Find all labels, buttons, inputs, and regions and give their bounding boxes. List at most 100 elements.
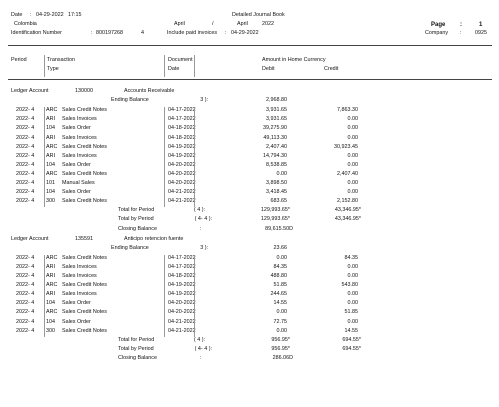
row-document-date: 04-20-2022: [168, 309, 196, 316]
row-period: 2022- 4: [16, 134, 35, 141]
closing-balance-colon: :: [200, 225, 202, 232]
row-document-date: 04-21-2022: [168, 327, 196, 334]
row-period: 2022- 4: [16, 116, 35, 123]
row-credit: 0.00: [347, 180, 359, 186]
period-from: April: [174, 21, 185, 27]
total-by-period-paren: ( 4- 4 ):: [194, 216, 212, 223]
row-transaction-desc: Sales Credit Notes: [62, 170, 107, 177]
page-colon: :: [460, 22, 462, 28]
ledger-account-number: 135591: [75, 235, 93, 242]
row-transaction-code: ARC: [46, 309, 58, 316]
row-transaction-desc: Sales Order: [62, 318, 91, 325]
row-period: 2022- 4: [16, 282, 35, 289]
row-document-date: 04-17-2022: [168, 263, 196, 270]
col-period: Period: [11, 57, 27, 63]
row-transaction-code: 300: [46, 198, 55, 205]
date-colon: :: [30, 12, 32, 18]
row-transaction-code: ARC: [46, 143, 58, 150]
closing-balance-colon: :: [200, 354, 202, 361]
row-transaction-desc: Sales Credit Notes: [62, 107, 107, 114]
row-period: 2022- 4: [16, 143, 35, 150]
ledger-account-name: Anticipo retencion fuente: [124, 235, 184, 242]
row-period: 2022- 4: [16, 152, 35, 159]
report-time: 17:15: [68, 12, 82, 18]
report-date: 04-29-2022: [36, 12, 64, 18]
row-document-date: 04-19-2022: [168, 152, 196, 159]
row-document-date: 04-18-2022: [168, 125, 196, 132]
row-credit: 7,863.30: [337, 107, 358, 114]
row-divider: [194, 254, 195, 337]
row-transaction-desc: Sales Order: [62, 300, 91, 307]
row-debit: 14.55: [273, 300, 288, 307]
total-for-period-paren: ( 4 ):: [193, 207, 205, 214]
row-transaction-code: ARI: [46, 152, 55, 159]
row-transaction-desc: Sales Order: [62, 125, 91, 132]
row-period: 2022- 4: [16, 309, 35, 316]
col-date: Date: [168, 66, 180, 72]
company-code: 0925: [475, 30, 487, 36]
row-document-date: 04-20-2022: [168, 161, 196, 168]
row-divider: [44, 254, 45, 337]
row-document-date: 04-17-2022: [168, 254, 196, 261]
total-for-period-credit: 694.55*: [342, 336, 361, 343]
row-period: 2022- 4: [16, 170, 35, 177]
col-divider: [164, 55, 165, 77]
row-credit: 2,152.80: [337, 198, 358, 205]
identification-suffix: 4: [141, 30, 144, 36]
row-document-date: 04-21-2022: [168, 318, 196, 325]
row-transaction-desc: Sales Credit Notes: [62, 198, 107, 205]
include-paid-label: Include paid invoices: [167, 30, 218, 36]
row-debit: 14,794.30: [263, 152, 287, 159]
total-by-period-paren: ( 4- 4 ):: [194, 345, 212, 352]
date-label: Date: [11, 12, 23, 18]
closing-balance-label: Closing Balance: [118, 225, 157, 232]
row-period: 2022- 4: [16, 254, 35, 261]
period-separator: /: [212, 21, 214, 27]
ending-balance-value: 23.66: [273, 244, 288, 251]
header-bottom-rule: [8, 79, 492, 80]
col-divider: [44, 55, 45, 77]
ledger-account-name: Accounts Receivable: [124, 88, 175, 94]
ending-balance-period: 3 ):: [200, 244, 208, 251]
row-transaction-desc: Sales Order: [62, 189, 91, 196]
row-document-date: 04-19-2022: [168, 282, 196, 289]
header-top-rule: [8, 45, 492, 46]
row-debit: 3,898.50: [266, 180, 287, 186]
identification-label: Identification Number: [11, 30, 62, 36]
col-amount-home: Amount in Home Currency: [262, 57, 326, 63]
closing-balance-row: Closing Balance: 286.06D: [0, 354, 499, 365]
row-document-date: 04-20-2022: [168, 180, 196, 186]
page-label: Page: [431, 22, 446, 28]
row-credit: 0.00: [347, 273, 359, 279]
row-period: 2022- 4: [16, 300, 35, 307]
total-for-period-debit: 956.95*: [271, 336, 290, 343]
row-period: 2022- 4: [16, 189, 35, 196]
row-credit: 0.00: [347, 116, 359, 123]
row-period: 2022- 4: [16, 198, 35, 205]
row-debit: 49,113.30: [263, 134, 287, 141]
row-document-date: 04-20-2022: [168, 170, 196, 177]
include-paid-date: 04-29-2022: [231, 30, 259, 36]
table-row: 2022- 4 300 Sales Credit Notes 04-21-2022 0.…: [0, 327, 499, 338]
row-credit: 543.80: [341, 282, 359, 289]
ending-balance-value: 2,968.80: [266, 97, 287, 104]
ledger-account-number: 130000: [75, 88, 93, 94]
row-transaction-desc: Sales Credit Notes: [62, 282, 107, 289]
row-credit: 2,407.40: [337, 170, 358, 177]
col-debit: Debit: [262, 66, 275, 72]
row-debit: 72.75: [273, 318, 288, 325]
row-divider: [164, 254, 165, 337]
company-colon: :: [460, 30, 462, 36]
row-debit: 683.65: [270, 198, 288, 205]
row-debit: 0.00: [276, 327, 288, 334]
col-credit: Credit: [324, 66, 339, 72]
row-transaction-code: 300: [46, 327, 55, 334]
total-for-period-label: Total for Period: [118, 207, 155, 214]
ending-balance-label: Ending Balance: [111, 244, 149, 251]
row-debit: 8,538.85: [266, 161, 287, 168]
row-document-date: 04-19-2022: [168, 143, 196, 150]
row-transaction-code: ARC: [46, 107, 58, 114]
row-credit: 0.00: [347, 134, 359, 141]
company-label: Company: [425, 30, 449, 36]
table-row: 2022- 4 300 Sales Credit Notes 04-21-2022 68…: [0, 198, 499, 208]
